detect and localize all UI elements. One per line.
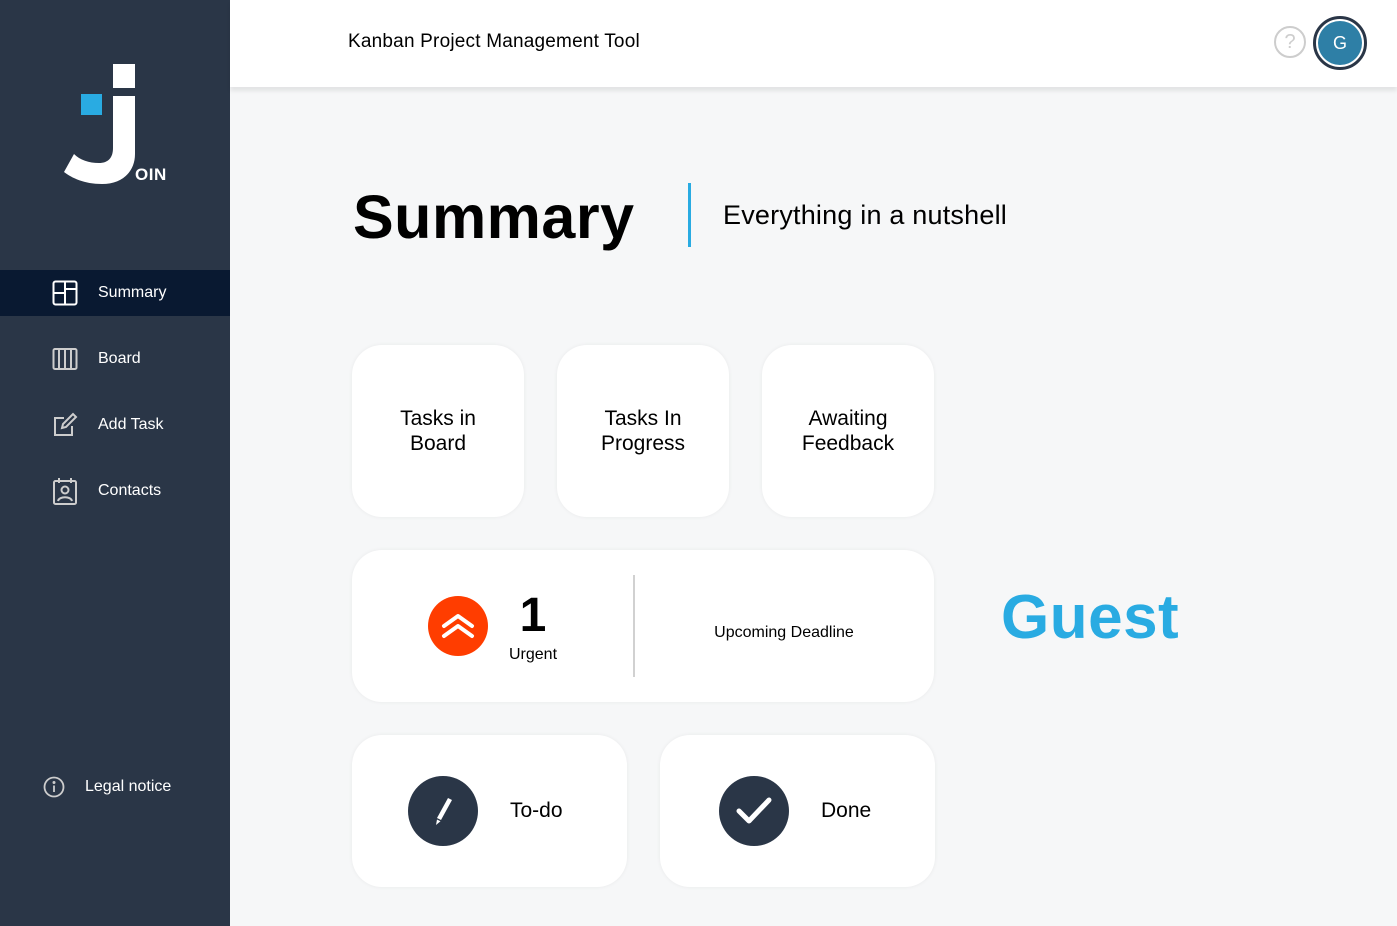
done-label: Done xyxy=(821,799,872,822)
upcoming-deadline-label: Upcoming Deadline xyxy=(714,624,854,641)
tasks-in-board-card[interactable]: Tasks in Board xyxy=(352,345,524,517)
sidebar-item-summary[interactable]: Summary xyxy=(0,270,230,316)
pencil-icon xyxy=(408,776,478,846)
done-card[interactable]: Done xyxy=(660,735,935,887)
avatar-initial: G xyxy=(1318,21,1362,65)
urgent-count: 1 xyxy=(519,589,547,642)
todo-card[interactable]: To-do xyxy=(352,735,627,887)
sidebar-item-add-task[interactable]: Add Task xyxy=(0,402,230,448)
add-task-icon xyxy=(52,412,78,438)
todo-label: To-do xyxy=(510,799,563,822)
sidebar-item-label: Contacts xyxy=(98,482,162,499)
contacts-icon xyxy=(52,478,78,505)
page-title: Summary xyxy=(353,183,635,251)
page-subtitle: Everything in a nutshell xyxy=(723,200,1007,230)
sidebar-item-contacts[interactable]: Contacts xyxy=(0,468,230,514)
title-divider xyxy=(688,183,691,247)
sidebar-item-label: Board xyxy=(98,350,141,367)
awaiting-feedback-card[interactable]: Awaiting Feedback xyxy=(762,345,934,517)
card-label: Tasks In Progress xyxy=(600,407,686,455)
sidebar-item-label: Add Task xyxy=(98,416,164,433)
header: Kanban Project Management Tool ? G xyxy=(230,0,1397,87)
sidebar-item-board[interactable]: Board xyxy=(0,336,230,382)
urgent-deadline-card[interactable]: 1 Urgent Upcoming Deadline xyxy=(352,550,934,702)
urgent-label: Urgent xyxy=(508,646,558,663)
tasks-in-progress-card[interactable]: Tasks In Progress xyxy=(557,345,729,517)
sidebar-item-label: Summary xyxy=(98,284,167,301)
user-avatar[interactable]: G xyxy=(1313,16,1367,70)
board-icon xyxy=(52,346,78,372)
greeting-name: Guest xyxy=(1001,583,1180,652)
header-title: Kanban Project Management Tool xyxy=(348,31,640,52)
checkmark-icon xyxy=(719,776,789,846)
logo-text: OIN xyxy=(135,165,167,184)
sidebar: OIN Summary Board Add Task Contacts Lega… xyxy=(0,0,230,926)
legal-notice-label: Legal notice xyxy=(85,778,172,795)
info-icon xyxy=(42,775,66,799)
urgent-priority-icon xyxy=(428,596,488,656)
legal-notice-link[interactable]: Legal notice xyxy=(42,775,171,799)
help-icon: ? xyxy=(1284,30,1296,53)
summary-icon xyxy=(52,280,78,306)
card-label: Tasks in Board xyxy=(400,407,476,455)
card-label: Awaiting Feedback xyxy=(801,407,895,455)
card-divider xyxy=(633,575,635,677)
join-logo[interactable]: OIN xyxy=(62,62,172,187)
help-button[interactable]: ? xyxy=(1274,26,1306,58)
